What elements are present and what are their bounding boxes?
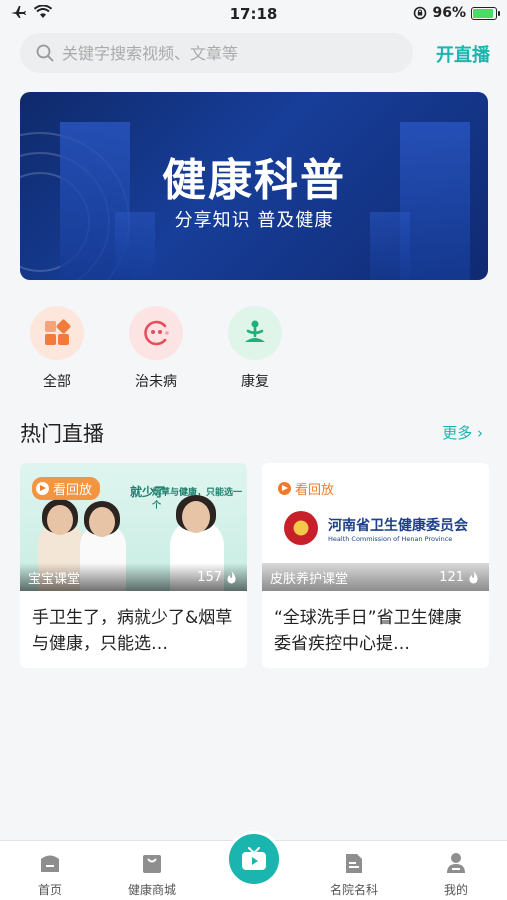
view-count-value: 157	[197, 569, 222, 585]
card-thumbnail: 河南省卫生健康委员会 Health Commission of Henan Pr…	[262, 463, 489, 591]
shopping-bag-icon	[143, 855, 161, 873]
search-box[interactable]	[20, 33, 413, 73]
thumbnail-footer: 皮肤养护课堂 121	[262, 563, 489, 591]
category-label: 全部	[43, 374, 71, 390]
flame-icon	[227, 570, 236, 583]
category-label: 康复	[241, 374, 269, 390]
grid-icon	[45, 319, 71, 345]
banner-subtitle: 分享知识 普及健康	[174, 210, 334, 231]
app-screen: 17:18 96% 开直播 健康科普 分享知识 普及健康	[0, 0, 507, 900]
tab-live[interactable]	[226, 831, 282, 887]
category-all-icon-bg	[30, 306, 84, 360]
card-thumbnail: 就少了 烟草与健康，只能选一个 看回放 宝宝课堂 157	[20, 463, 247, 591]
search-icon	[36, 44, 54, 62]
search-input[interactable]	[62, 43, 382, 63]
speaker-face	[89, 507, 115, 537]
replay-label: 看回放	[295, 483, 335, 498]
go-live-button[interactable]: 开直播	[436, 41, 490, 67]
banner-title: 健康科普	[162, 155, 346, 206]
flame-icon	[469, 570, 478, 583]
live-tv-icon	[242, 847, 266, 870]
category-all[interactable]: 全部	[24, 306, 90, 391]
smile-icon	[144, 320, 169, 346]
card-title: 手卫生了，病就少了&烟草与健康，只能选…	[32, 608, 233, 654]
channel-name: 皮肤养护课堂	[270, 571, 349, 587]
battery-icon	[471, 6, 500, 20]
category-row: 全部 治未病 康复	[24, 306, 288, 391]
section-title: 热门直播	[20, 422, 104, 446]
home-icon	[41, 855, 59, 872]
speaker-face	[47, 505, 73, 535]
bottom-tab-bar: 首页 健康商城 名院名科 我的	[0, 831, 507, 900]
meditation-icon	[245, 320, 265, 342]
category-prevention[interactable]: 治未病	[123, 306, 189, 391]
view-count: 157	[197, 570, 237, 585]
tab-profile[interactable]: 我的	[416, 851, 496, 898]
org-name: 河南省卫生健康委员会	[328, 518, 468, 534]
tab-label: 我的	[443, 883, 468, 897]
thumbnail-footer: 宝宝课堂 157	[20, 563, 247, 591]
play-icon	[278, 482, 291, 495]
battery-level	[473, 8, 493, 18]
replay-badge: 看回放	[274, 477, 342, 500]
replay-label: 看回放	[53, 483, 93, 498]
view-count: 121	[439, 570, 479, 585]
org-name-english: Health Commission of Henan Province	[328, 535, 453, 543]
status-bar: 17:18 96%	[0, 0, 507, 28]
national-emblem-icon	[284, 511, 318, 545]
live-card[interactable]: 就少了 烟草与健康，只能选一个 看回放 宝宝课堂 157 手卫生了，病就少了&烟…	[20, 463, 247, 668]
channel-name: 宝宝课堂	[28, 571, 81, 587]
category-rehab[interactable]: 康复	[222, 306, 288, 391]
rotation-lock-icon	[414, 6, 427, 20]
category-label: 治未病	[135, 374, 177, 390]
category-rehab-icon-bg	[228, 306, 282, 360]
status-right: 96%	[413, 5, 500, 21]
user-icon	[447, 853, 465, 873]
search-row: 开直播	[20, 33, 490, 73]
tab-health-mall[interactable]: 健康商城	[112, 851, 192, 898]
more-link[interactable]: 更多 ›	[442, 422, 483, 443]
category-prevention-icon-bg	[129, 306, 183, 360]
tab-label: 首页	[37, 883, 62, 897]
view-count-value: 121	[439, 569, 464, 585]
tab-label: 名院名科	[329, 883, 378, 897]
live-card[interactable]: 河南省卫生健康委员会 Health Commission of Henan Pr…	[262, 463, 489, 668]
card-title: “全球洗手日”省卫生健康委省疾控中心提…	[274, 608, 462, 654]
battery-percent: 96%	[432, 5, 466, 21]
replay-badge: 看回放	[32, 477, 101, 500]
play-icon	[36, 482, 49, 495]
tab-label: 健康商城	[127, 883, 176, 897]
tab-hospitals[interactable]: 名院名科	[314, 851, 394, 898]
promo-banner[interactable]: 健康科普 分享知识 普及健康	[20, 92, 488, 280]
speaker-face	[182, 501, 210, 533]
tab-home[interactable]: 首页	[10, 851, 90, 898]
hospital-icon	[346, 854, 362, 873]
